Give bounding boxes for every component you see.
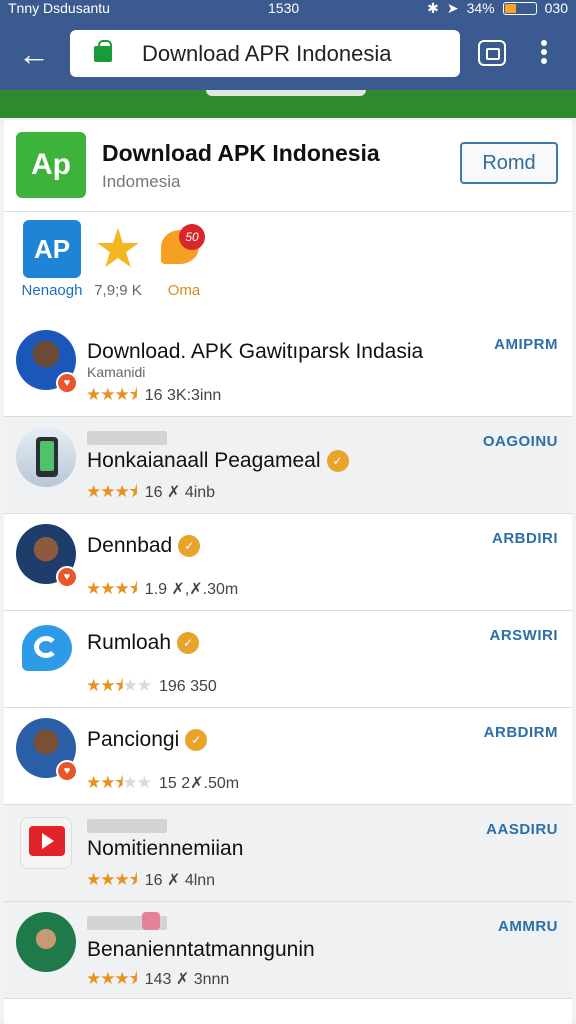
quick-links: AP Nenaogh ★ 7,9;9 K 50 Oma xyxy=(4,212,572,302)
read-button[interactable]: Romd xyxy=(460,142,558,184)
heart-badge-icon: ♥ xyxy=(56,760,78,782)
battery-icon xyxy=(502,1,537,15)
item-title: Nomitiennemiian xyxy=(87,837,244,860)
lock-icon xyxy=(94,40,112,62)
battery-fill xyxy=(504,3,516,13)
site-header: Ap Download APK Indonesia Indomesia Romd xyxy=(4,120,572,212)
address-bar[interactable]: Download APR Indonesia xyxy=(70,30,460,77)
heart-badge-icon: ♥ xyxy=(56,372,78,394)
site-logo[interactable]: Ap xyxy=(16,132,86,198)
rating-count: 196 350 xyxy=(158,678,217,695)
list-item[interactable]: Benanienntatmanngunin ★★★⯨ 143 ✗ 3nnn AMM… xyxy=(4,902,572,999)
item-title: Honkaianaall Peagameal ✓ xyxy=(87,449,349,473)
item-rating: ★★★⯨ 143 ✗ 3nnn xyxy=(86,966,229,995)
item-action-link[interactable]: ARSWIRI xyxy=(490,627,559,644)
location-icon: ➤ xyxy=(446,0,459,16)
status-right-group: ✱ ➤ 34% 030 xyxy=(427,0,568,16)
list-item[interactable]: ♥ Panciongi ✓ ★★⯨★★ 15 2✗.50m ARBDIRM xyxy=(4,708,572,805)
status-bar: Tnny Dsdusantu 1530 ✱ ➤ 34% 030 xyxy=(0,0,576,18)
rating-stars: ★★★⯨ xyxy=(86,870,138,889)
item-action-link[interactable]: AASDIRU xyxy=(486,821,558,838)
item-title: Benanienntatmanngunin xyxy=(87,938,315,961)
item-action-link[interactable]: OAGOINU xyxy=(483,433,558,450)
avatar: ♥ xyxy=(16,524,78,588)
star-icon: ★ xyxy=(93,219,143,279)
page-banner xyxy=(0,90,576,118)
verified-icon: ✓ xyxy=(178,535,201,558)
status-clock: 1530 xyxy=(268,0,300,16)
page-subtitle: Indomesia xyxy=(102,172,181,191)
item-title: Download. APK Gawitıparsk Indasia xyxy=(87,340,424,363)
address-text: Download APR Indonesia xyxy=(142,41,392,66)
avatar: ♥ xyxy=(16,330,78,394)
back-button[interactable]: ← xyxy=(14,36,54,72)
rating-stars: ★★⯨★★ xyxy=(86,676,152,695)
quick-label: Oma xyxy=(167,282,201,299)
item-rating: ★★★⯨ 16 3K:3inn xyxy=(86,382,221,411)
bluetooth-icon: ✱ xyxy=(427,0,439,16)
banner-handle xyxy=(206,90,366,96)
rating-count: 15 2✗.50m xyxy=(158,775,240,792)
item-title: Rumloah ✓ xyxy=(87,631,200,655)
heart-badge-icon: ♥ xyxy=(56,566,78,588)
item-subtitle: Kamanidi xyxy=(87,364,146,380)
list-item[interactable]: ♥ Download. APK Gawitıparsk Indasia Kama… xyxy=(4,320,572,417)
item-action-link[interactable]: ARBDIRM xyxy=(484,724,558,741)
status-extra: 030 xyxy=(544,0,568,16)
verified-icon: ✓ xyxy=(177,632,200,655)
item-action-link[interactable]: AMIPRM xyxy=(494,336,558,353)
rating-stars: ★★★⯨ xyxy=(86,969,138,988)
rating-stars: ★★★⯨ xyxy=(86,579,138,598)
page-content: Ap Download APK Indonesia Indomesia Romd… xyxy=(4,120,572,1024)
item-rating: ★★★⯨ 1.9 ✗,✗.30m xyxy=(86,576,238,605)
rating-count: 16 ✗ 4lnn xyxy=(144,872,216,889)
battery-percent: 34% xyxy=(466,0,495,16)
carrier-name: Tnny Dsdusantu xyxy=(8,0,110,16)
rating-count: 16 3K:3inn xyxy=(144,387,222,404)
rating-stars: ★★⯨★★ xyxy=(86,773,152,792)
list-item[interactable]: Rumloah ✓ ★★⯨★★ 196 350 ARSWIRI xyxy=(4,611,572,708)
rating-count: 16 ✗ 4inb xyxy=(144,484,216,501)
video-app-icon xyxy=(20,817,72,869)
list-item[interactable]: ♥ Dennbad ✓ ★★★⯨ 1.9 ✗,✗.30m ARBDIRI xyxy=(4,514,572,611)
messenger-app-icon xyxy=(20,623,72,675)
rating-stars: ★★★⯨ xyxy=(86,385,138,404)
item-action-link[interactable]: ARBDIRI xyxy=(492,530,558,547)
redacted-label xyxy=(87,819,167,833)
verified-icon: ✓ xyxy=(185,729,208,752)
avatar xyxy=(16,427,76,487)
quick-item-chat[interactable]: 50 Oma xyxy=(144,220,224,299)
rating-stars: ★★★⯨ xyxy=(86,482,138,501)
app-list: ♥ Download. APK Gawitıparsk Indasia Kama… xyxy=(4,320,572,999)
arrow-left-icon: ← xyxy=(18,36,50,72)
avatar xyxy=(16,912,76,972)
item-action-link[interactable]: AMMRU xyxy=(498,918,558,935)
tabs-button[interactable] xyxy=(478,40,506,66)
list-item[interactable]: Honkaianaall Peagameal ✓ ★★★⯨ 16 ✗ 4inb OA… xyxy=(4,417,572,514)
avatar: ♥ xyxy=(16,718,78,782)
item-rating: ★★⯨★★ 196 350 xyxy=(86,673,217,702)
chat-badge-icon: 50 xyxy=(155,220,213,278)
redacted-label xyxy=(87,431,167,445)
more-vert-icon[interactable] xyxy=(536,38,552,70)
item-title: Panciongi ✓ xyxy=(87,728,208,752)
page-title: Download APK Indonesia xyxy=(102,140,380,166)
item-title: Dennbad ✓ xyxy=(87,534,201,558)
rating-count: 1.9 ✗,✗.30m xyxy=(144,581,239,598)
item-rating: ★★⯨★★ 15 2✗.50m xyxy=(86,770,239,799)
rating-count: 143 ✗ 3nnn xyxy=(144,971,230,988)
ap-app-icon: AP xyxy=(23,220,81,278)
item-rating: ★★★⯨ 16 ✗ 4inb xyxy=(86,479,215,508)
verified-icon: ✓ xyxy=(326,450,349,473)
list-item[interactable]: Nomitiennemiian ★★★⯨ 16 ✗ 4lnn AASDIRU xyxy=(4,805,572,902)
badge-icon xyxy=(142,912,160,930)
browser-toolbar: ← Download APR Indonesia xyxy=(0,18,576,90)
chat-badge: 50 xyxy=(179,224,205,250)
item-rating: ★★★⯨ 16 ✗ 4lnn xyxy=(86,867,215,896)
